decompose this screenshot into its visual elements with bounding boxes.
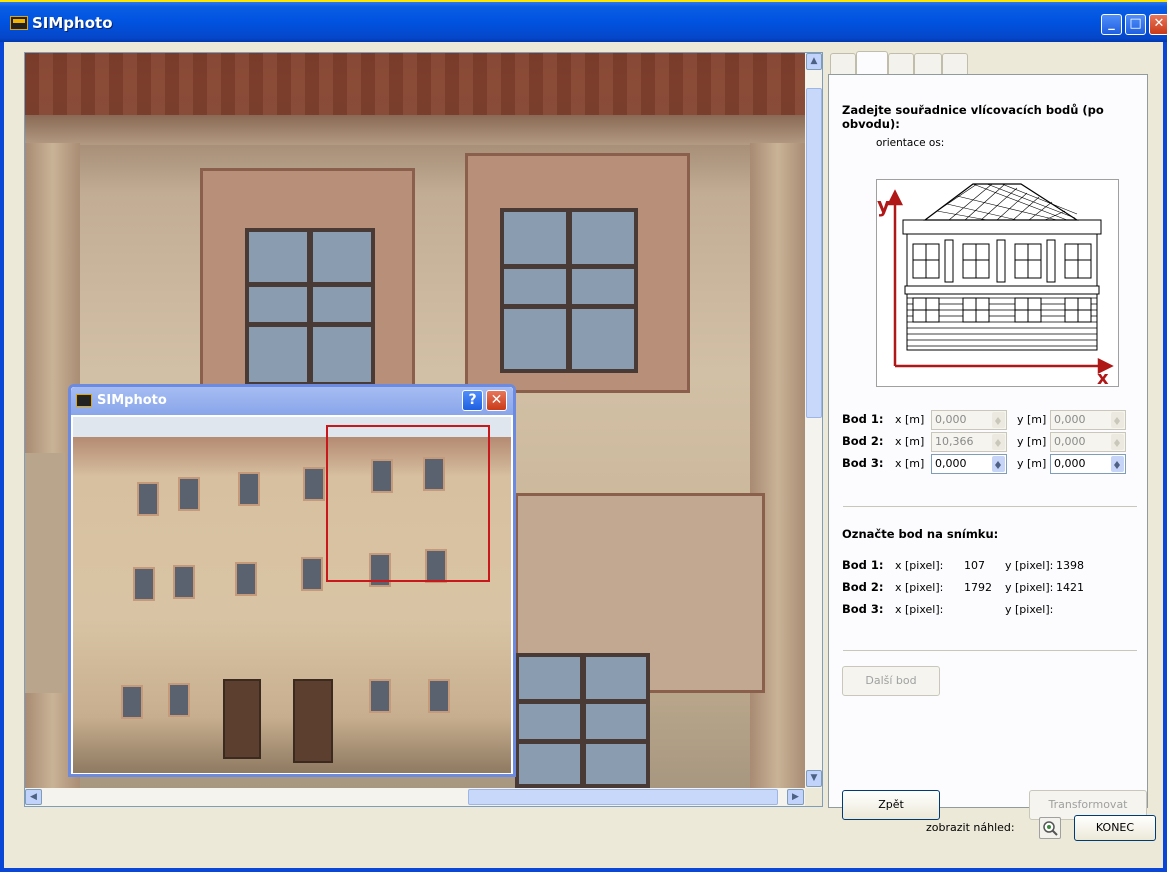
viewport-indicator[interactable]	[326, 425, 490, 582]
preview-close-button[interactable]: ✕	[486, 390, 507, 411]
main-window: SIMphoto _ □ ✕ ▲ ▼ ◀ ▶ SIMphoto ? ✕ Zade…	[0, 0, 1167, 872]
end-button[interactable]: KONEC	[1074, 815, 1156, 841]
y-coordinate-input[interactable]: 0,000	[1050, 432, 1126, 452]
facade-axes-icon: y x	[877, 183, 1114, 389]
coords-heading: Zadejte souřadnice vlícovacích bodů (po …	[842, 103, 1104, 131]
x-axis-label: x	[1097, 368, 1109, 386]
y-coordinate-value: 0,000	[1054, 435, 1086, 448]
spinner-arrows-icon[interactable]	[992, 456, 1005, 472]
minimize-button[interactable]: _	[1101, 14, 1122, 35]
pixel-row-label: Bod 1:	[842, 558, 884, 572]
mark-point-heading: Označte bod na snímku:	[842, 527, 999, 541]
coord-row-label: Bod 2:	[842, 434, 884, 448]
preview-title: SIMphoto	[97, 393, 167, 408]
spinner-arrows-icon[interactable]	[1111, 434, 1124, 450]
scroll-down-icon[interactable]: ▼	[806, 770, 822, 787]
y-pixel-value: 1421	[1056, 581, 1084, 594]
window-title: SIMphoto	[32, 14, 113, 32]
next-point-button[interactable]: Další bod	[842, 666, 940, 696]
close-button[interactable]: ✕	[1149, 14, 1167, 35]
x-pixel-label: x [pixel]:	[895, 603, 944, 616]
spinner-arrows-icon[interactable]	[992, 434, 1005, 450]
tab-1[interactable]	[830, 53, 856, 75]
y-coordinate-input[interactable]: 0,000	[1050, 410, 1126, 430]
title-bar: SIMphoto _ □ ✕	[0, 0, 1167, 42]
axis-orientation-diagram: y x	[876, 179, 1119, 389]
overview-photo[interactable]	[73, 417, 511, 773]
preview-app-icon	[76, 394, 92, 407]
y-unit-label: y [m]	[1017, 413, 1047, 426]
help-button[interactable]: ?	[462, 390, 483, 411]
x-unit-label: x [m]	[895, 435, 925, 448]
x-coordinate-input[interactable]: 0,000	[931, 454, 1007, 474]
horizontal-scrollbar[interactable]: ◀ ▶	[25, 788, 805, 806]
y-unit-label: y [m]	[1017, 435, 1047, 448]
tab-content: Zadejte souřadnice vlícovacích bodů (po …	[828, 74, 1148, 820]
y-pixel-label: y [pixel]:	[1005, 603, 1054, 616]
x-pixel-label: x [pixel]:	[895, 559, 944, 572]
tab-3[interactable]	[888, 53, 914, 75]
x-coordinate-input[interactable]: 10,366	[931, 432, 1007, 452]
preview-toggle-label: zobrazit náhled:	[926, 821, 1015, 834]
app-icon	[10, 16, 28, 30]
y-pixel-label: y [pixel]:	[1005, 559, 1054, 572]
coord-row-label: Bod 1:	[842, 412, 884, 426]
tab-5[interactable]	[942, 53, 968, 75]
preview-toggle-button[interactable]	[1039, 817, 1061, 839]
close-icon: ✕	[1153, 16, 1165, 31]
divider	[843, 506, 1137, 507]
scroll-up-icon[interactable]: ▲	[806, 53, 822, 70]
control-panel: Zadejte souřadnice vlícovacích bodů (po …	[826, 51, 1150, 820]
y-coordinate-value: 0,000	[1054, 457, 1086, 470]
horizontal-scroll-thumb[interactable]	[468, 789, 778, 805]
maximize-icon: □	[1129, 16, 1142, 31]
maximize-button[interactable]: □	[1125, 14, 1146, 35]
x-coordinate-input[interactable]: 0,000	[931, 410, 1007, 430]
x-unit-label: x [m]	[895, 457, 925, 470]
scroll-left-icon[interactable]: ◀	[25, 789, 42, 805]
tab-2[interactable]	[856, 51, 888, 76]
x-coordinate-value: 0,000	[935, 457, 967, 470]
x-unit-label: x [m]	[895, 413, 925, 426]
x-coordinate-value: 10,366	[935, 435, 974, 448]
spinner-arrows-icon[interactable]	[1111, 456, 1124, 472]
vertical-scrollbar[interactable]: ▲ ▼	[805, 53, 822, 788]
pixel-row-label: Bod 2:	[842, 580, 884, 594]
minimize-icon: _	[1108, 16, 1115, 31]
axis-orientation-label: orientace os:	[876, 137, 945, 149]
x-pixel-value: 1792	[964, 581, 992, 594]
magnifier-icon	[1043, 821, 1058, 836]
y-unit-label: y [m]	[1017, 457, 1047, 470]
y-coordinate-value: 0,000	[1054, 413, 1086, 426]
pixel-row-label: Bod 3:	[842, 602, 884, 616]
x-coordinate-value: 0,000	[935, 413, 967, 426]
x-pixel-value: 107	[964, 559, 985, 572]
preview-window[interactable]: SIMphoto ? ✕	[68, 384, 516, 777]
divider	[843, 650, 1137, 651]
tab-4[interactable]	[914, 53, 942, 75]
y-pixel-value: 1398	[1056, 559, 1084, 572]
spinner-arrows-icon[interactable]	[1111, 412, 1124, 428]
x-pixel-label: x [pixel]:	[895, 581, 944, 594]
coord-row-label: Bod 3:	[842, 456, 884, 470]
vertical-scroll-thumb[interactable]	[806, 88, 822, 418]
spinner-arrows-icon[interactable]	[992, 412, 1005, 428]
scroll-right-icon[interactable]: ▶	[787, 789, 804, 805]
preview-title-bar[interactable]: SIMphoto ? ✕	[71, 387, 513, 415]
y-axis-label: y	[877, 193, 890, 217]
y-coordinate-input[interactable]: 0,000	[1050, 454, 1126, 474]
y-pixel-label: y [pixel]:	[1005, 581, 1054, 594]
footer-bar: zobrazit náhled: KONEC	[4, 812, 1163, 842]
